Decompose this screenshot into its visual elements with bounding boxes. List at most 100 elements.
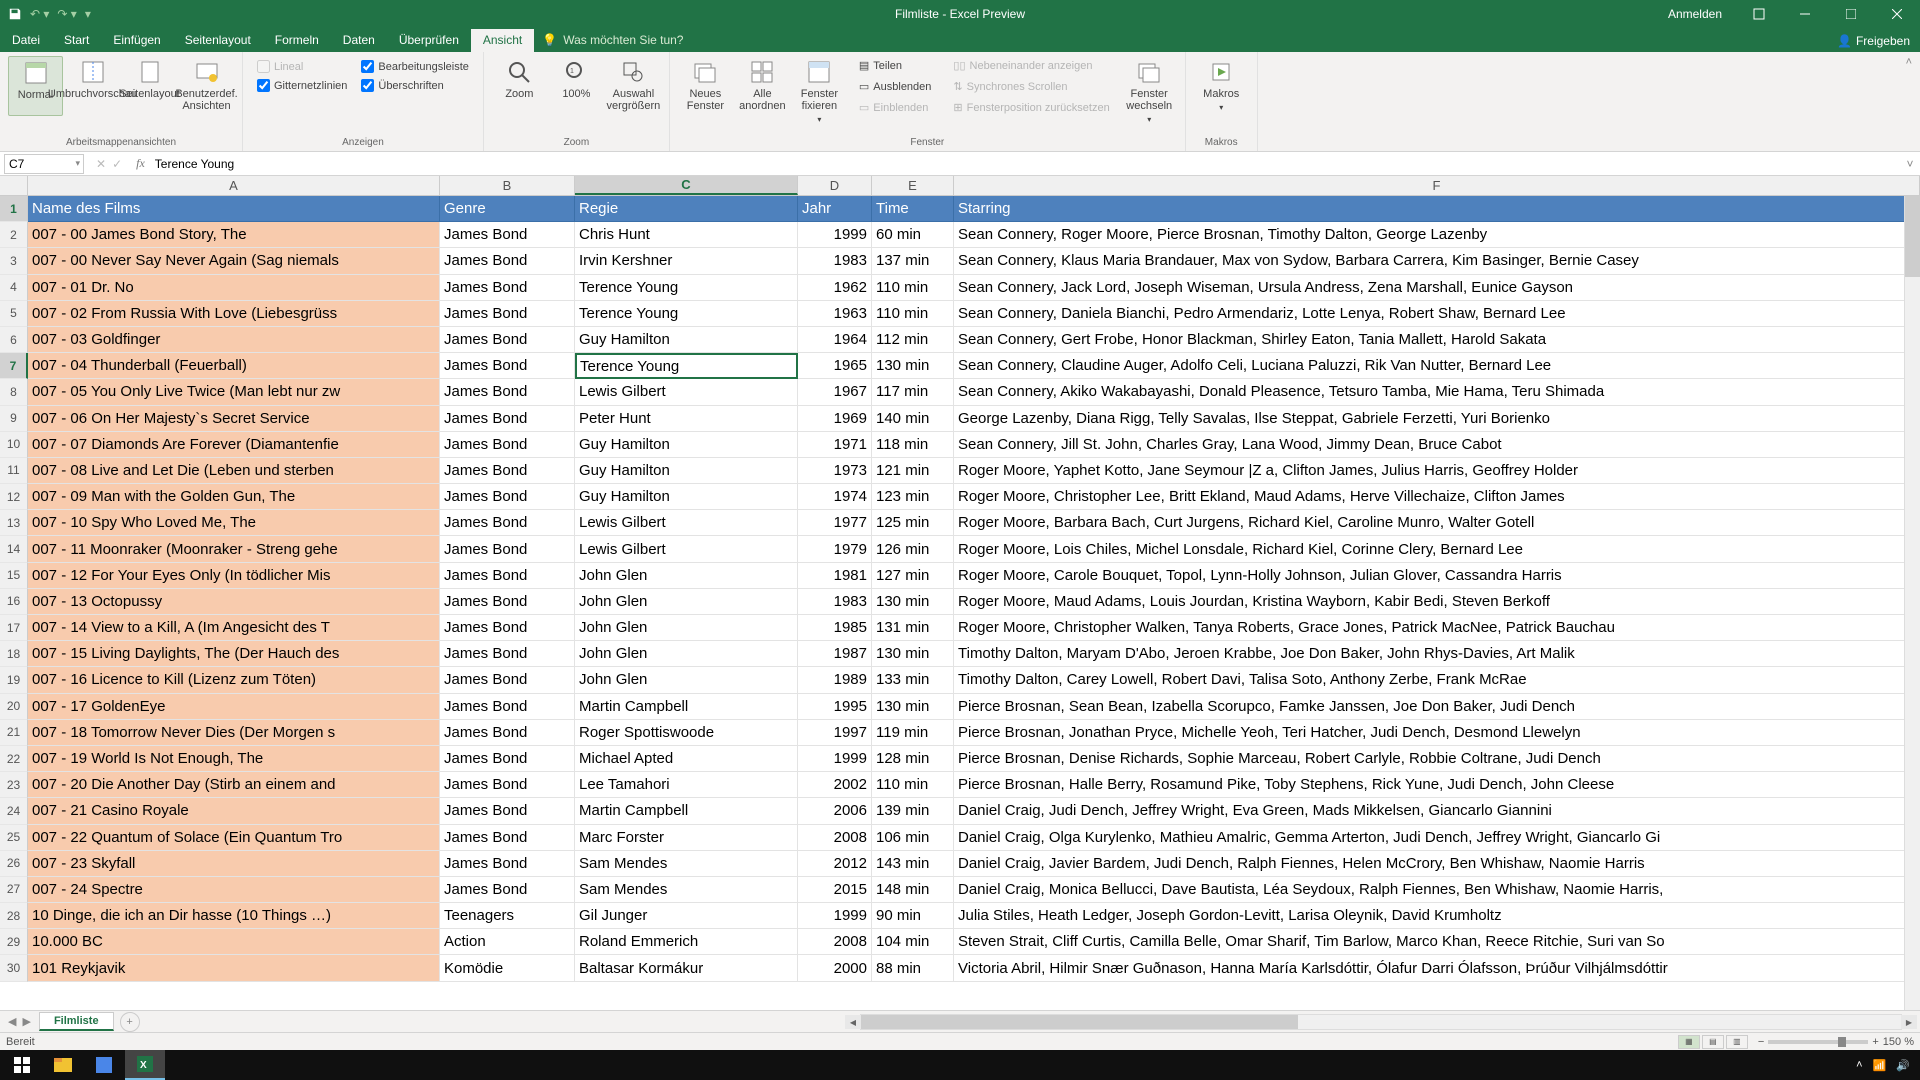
worksheet-grid[interactable]: A B C D E F 1 Name des Films Genre Regie… — [0, 176, 1920, 1010]
cell[interactable]: 126 min — [872, 536, 954, 562]
split-button[interactable]: ▤Teilen — [855, 58, 936, 73]
formulabar-checkbox[interactable]: Bearbeitungsleiste — [361, 60, 469, 73]
cell[interactable]: 007 - 05 You Only Live Twice (Man lebt n… — [28, 379, 440, 405]
cell[interactable]: 007 - 17 GoldenEye — [28, 694, 440, 720]
new-window-button[interactable]: Neues Fenster — [678, 56, 733, 129]
cell[interactable]: 130 min — [872, 694, 954, 720]
cell[interactable]: 007 - 16 Licence to Kill (Lizenz zum Töt… — [28, 667, 440, 693]
cell[interactable]: 137 min — [872, 248, 954, 274]
signin-link[interactable]: Anmelden — [1654, 7, 1736, 21]
edge-icon[interactable] — [84, 1050, 124, 1080]
tab-ansicht[interactable]: Ansicht — [471, 29, 534, 52]
row-header[interactable]: 21 — [0, 720, 28, 746]
cell[interactable]: 2000 — [798, 955, 872, 981]
cell[interactable]: 1999 — [798, 746, 872, 772]
cell[interactable]: Timothy Dalton, Carey Lowell, Robert Dav… — [954, 667, 1920, 693]
cell[interactable]: 1999 — [798, 903, 872, 929]
cell[interactable]: James Bond — [440, 327, 575, 353]
cell[interactable]: 007 - 03 Goldfinger — [28, 327, 440, 353]
cell[interactable]: Peter Hunt — [575, 406, 798, 432]
cell[interactable]: Sean Connery, Claudine Auger, Adolfo Cel… — [954, 353, 1920, 379]
cell[interactable]: Roland Emmerich — [575, 929, 798, 955]
tray-network-icon[interactable]: 📶 — [1873, 1059, 1887, 1072]
cell[interactable]: 112 min — [872, 327, 954, 353]
cell[interactable]: James Bond — [440, 641, 575, 667]
qat-customize-icon[interactable]: ▾ — [85, 7, 91, 21]
cell[interactable]: 119 min — [872, 720, 954, 746]
row-header[interactable]: 15 — [0, 563, 28, 589]
cell[interactable]: Daniel Craig, Olga Kurylenko, Mathieu Am… — [954, 825, 1920, 851]
cell[interactable]: George Lazenby, Diana Rigg, Telly Savala… — [954, 406, 1920, 432]
fx-icon[interactable]: fx — [130, 156, 151, 171]
row-header[interactable]: 5 — [0, 301, 28, 327]
cell[interactable]: 007 - 02 From Russia With Love (Liebesgr… — [28, 301, 440, 327]
hide-button[interactable]: ▭Ausblenden — [855, 79, 936, 94]
cell[interactable]: 1965 — [798, 353, 872, 379]
cell[interactable]: John Glen — [575, 563, 798, 589]
redo-icon[interactable]: ↷ ▾ — [57, 7, 76, 21]
cell[interactable]: 90 min — [872, 903, 954, 929]
cell[interactable]: 104 min — [872, 929, 954, 955]
cell[interactable]: James Bond — [440, 275, 575, 301]
row-header[interactable]: 20 — [0, 694, 28, 720]
cell[interactable]: John Glen — [575, 641, 798, 667]
tell-me[interactable]: 💡 Was möchten Sie tun? — [534, 33, 691, 52]
zoom-selection-button[interactable]: Auswahl vergrößern — [606, 56, 661, 116]
cell[interactable]: Irvin Kershner — [575, 248, 798, 274]
cell[interactable]: 1974 — [798, 484, 872, 510]
row-header[interactable]: 16 — [0, 589, 28, 615]
cell[interactable]: 1963 — [798, 301, 872, 327]
cell[interactable]: 1987 — [798, 641, 872, 667]
cell[interactable]: Gil Junger — [575, 903, 798, 929]
select-all-corner[interactable] — [0, 176, 28, 196]
cell[interactable]: James Bond — [440, 772, 575, 798]
cell[interactable]: Steven Strait, Cliff Curtis, Camilla Bel… — [954, 929, 1920, 955]
cell[interactable]: 1962 — [798, 275, 872, 301]
cell[interactable]: 007 - 22 Quantum of Solace (Ein Quantum … — [28, 825, 440, 851]
row-header[interactable]: 1 — [0, 196, 28, 222]
cell[interactable]: Guy Hamilton — [575, 327, 798, 353]
freeze-panes-button[interactable]: Fenster fixieren▾ — [792, 56, 847, 129]
cell[interactable]: Time — [872, 196, 954, 222]
tab-einfuegen[interactable]: Einfügen — [101, 29, 172, 52]
cell[interactable]: James Bond — [440, 589, 575, 615]
cell[interactable]: 007 - 18 Tomorrow Never Dies (Der Morgen… — [28, 720, 440, 746]
tray-volume-icon[interactable]: 🔊 — [1896, 1059, 1910, 1072]
cell[interactable]: James Bond — [440, 510, 575, 536]
cell[interactable]: 2008 — [798, 825, 872, 851]
expand-formula-bar-icon[interactable]: ˅ — [1900, 157, 1920, 171]
cell[interactable]: Jahr — [798, 196, 872, 222]
cell[interactable]: Lewis Gilbert — [575, 536, 798, 562]
share-button[interactable]: 👤 Freigeben — [1837, 34, 1910, 48]
cell[interactable]: Terence Young — [575, 353, 798, 379]
tab-ueberpruefen[interactable]: Überprüfen — [387, 29, 471, 52]
save-icon[interactable] — [8, 7, 22, 21]
cell[interactable]: 007 - 24 Spectre — [28, 877, 440, 903]
cell[interactable]: Martin Campbell — [575, 694, 798, 720]
cell[interactable]: 007 - 20 Die Another Day (Stirb an einem… — [28, 772, 440, 798]
row-header[interactable]: 28 — [0, 903, 28, 929]
cell[interactable]: Sam Mendes — [575, 851, 798, 877]
row-header[interactable]: 23 — [0, 772, 28, 798]
start-button[interactable] — [2, 1050, 42, 1080]
cell[interactable]: Guy Hamilton — [575, 484, 798, 510]
cell[interactable]: Baltasar Kormákur — [575, 955, 798, 981]
cell[interactable]: 007 - 04 Thunderball (Feuerball) — [28, 353, 440, 379]
cell[interactable]: Sean Connery, Roger Moore, Pierce Brosna… — [954, 222, 1920, 248]
cell[interactable]: 117 min — [872, 379, 954, 405]
new-sheet-button[interactable]: + — [120, 1012, 140, 1032]
cell[interactable]: Roger Moore, Christopher Lee, Britt Ekla… — [954, 484, 1920, 510]
cell[interactable]: Genre — [440, 196, 575, 222]
cell[interactable]: James Bond — [440, 877, 575, 903]
cell[interactable]: 118 min — [872, 432, 954, 458]
cell[interactable]: James Bond — [440, 615, 575, 641]
row-header[interactable]: 17 — [0, 615, 28, 641]
tab-datei[interactable]: Datei — [0, 29, 52, 52]
cell[interactable]: 007 - 14 View to a Kill, A (Im Angesicht… — [28, 615, 440, 641]
cell[interactable]: 139 min — [872, 798, 954, 824]
cell[interactable]: 60 min — [872, 222, 954, 248]
cell[interactable]: 130 min — [872, 641, 954, 667]
cell[interactable]: Lee Tamahori — [575, 772, 798, 798]
cell[interactable]: 133 min — [872, 667, 954, 693]
cell[interactable]: Sean Connery, Akiko Wakabayashi, Donald … — [954, 379, 1920, 405]
